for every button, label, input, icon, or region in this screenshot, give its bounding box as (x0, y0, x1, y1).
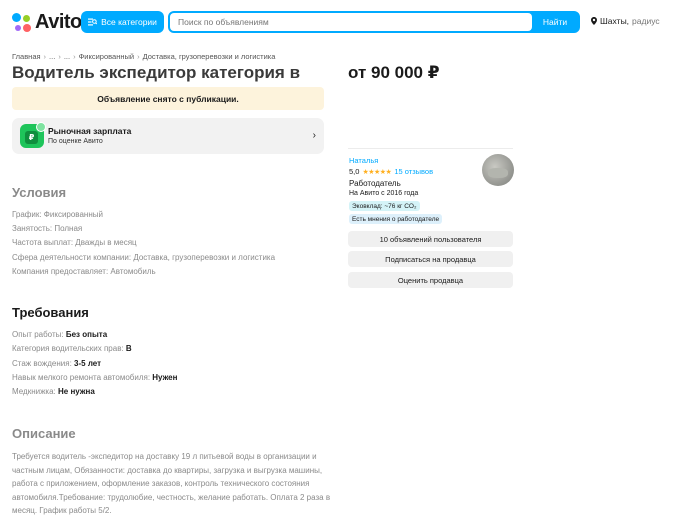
location-selector[interactable]: Шахты, радиус (591, 16, 660, 26)
breadcrumb-item[interactable]: ... (64, 52, 70, 61)
search-button[interactable]: Найти (532, 13, 578, 31)
location-city: Шахты, (600, 16, 630, 26)
all-categories-button[interactable]: Все категории (81, 11, 164, 33)
page-title: Водитель экспедитор категория в (12, 63, 301, 82)
requirement-row: Стаж вождения: 3-5 лет (12, 359, 102, 368)
seller-since: На Авито с 2016 года (349, 190, 419, 197)
breadcrumb: Главная › ... › ... › Фиксированный › До… (12, 52, 275, 61)
breadcrumb-item[interactable]: Фиксированный (79, 52, 134, 61)
reviews-link[interactable]: 15 отзывов (394, 167, 433, 176)
requirement-row: Медкнижка: Не нужна (12, 387, 95, 396)
all-categories-label: Все категории (101, 17, 157, 27)
breadcrumb-item[interactable]: ... (49, 52, 55, 61)
conditions-title: Условия (12, 185, 67, 200)
rating-value: 5,0 (349, 167, 360, 176)
logo-text: Avito (35, 11, 82, 33)
employer-opinions-badge[interactable]: Есть мнения о работодателе (349, 214, 443, 224)
breadcrumb-item[interactable]: Доставка, грузоперевозки и логистика (143, 52, 276, 61)
description-title: Описание (12, 426, 76, 441)
requirement-row: Категория водительских прав: B (12, 344, 132, 353)
salary-card-subtitle: По оценке Авито (48, 138, 103, 145)
seller-rating: 5,0 ★★★★★ 15 отзывов (349, 167, 433, 176)
seller-avatar[interactable] (482, 154, 514, 186)
location-pin-icon (591, 17, 597, 25)
requirement-row: Опыт работы: Без опыта (12, 330, 108, 339)
rating-stars-icon: ★★★★★ (362, 168, 392, 176)
location-radius: радиус (632, 16, 660, 26)
requirement-row: Навык мелкого ремонта автомобиля: Нужен (12, 373, 178, 382)
condition-row: Частота выплат: Дважды в месяц (12, 238, 137, 247)
condition-row: Занятость: Полная (12, 224, 83, 233)
eco-contribution-badge[interactable]: Эковклад: ~76 кг CO₂ (349, 201, 420, 211)
seller-type: Работодатель (349, 179, 401, 188)
breadcrumb-separator-icon: › (73, 52, 76, 61)
condition-row: Сфера деятельности компании: Доставка, г… (12, 253, 276, 262)
description-text: Требуется водитель -экспедитор на достав… (12, 452, 331, 515)
search-bar: Найти (168, 11, 580, 33)
user-listings-button[interactable]: 10 объявлений пользователя (348, 231, 513, 247)
avito-logo[interactable]: Avito (12, 11, 82, 34)
header: Avito Все категории Найти Шахты, радиус (0, 0, 700, 44)
menu-search-icon (88, 18, 98, 26)
seller-name-link[interactable]: Наталья (349, 156, 378, 165)
subscribe-seller-button[interactable]: Подписаться на продавца (348, 251, 513, 267)
condition-row: График: Фиксированный (12, 210, 103, 219)
salary-card-title: Рыночная зарплата (48, 126, 132, 136)
market-salary-card[interactable]: ₽ Рыночная зарплата По оценке Авито › (12, 118, 324, 154)
search-input[interactable] (170, 13, 532, 31)
price: от 90 000 ₽ (348, 63, 440, 82)
logo-dots-icon (12, 12, 32, 33)
rate-seller-button[interactable]: Оценить продавца (348, 272, 513, 288)
breadcrumb-item[interactable]: Главная (12, 52, 41, 61)
unpublished-notice: Объявление снято с публикации. (12, 87, 324, 110)
requirements-title: Требования (12, 305, 89, 320)
breadcrumb-separator-icon: › (58, 52, 61, 61)
condition-row: Компания предоставляет: Автомобиль (12, 267, 156, 276)
ruble-wallet-icon: ₽ (20, 122, 46, 148)
chevron-right-icon: › (312, 130, 316, 141)
seller-divider (348, 148, 513, 149)
breadcrumb-separator-icon: › (43, 52, 47, 61)
breadcrumb-separator-icon: › (137, 52, 140, 61)
